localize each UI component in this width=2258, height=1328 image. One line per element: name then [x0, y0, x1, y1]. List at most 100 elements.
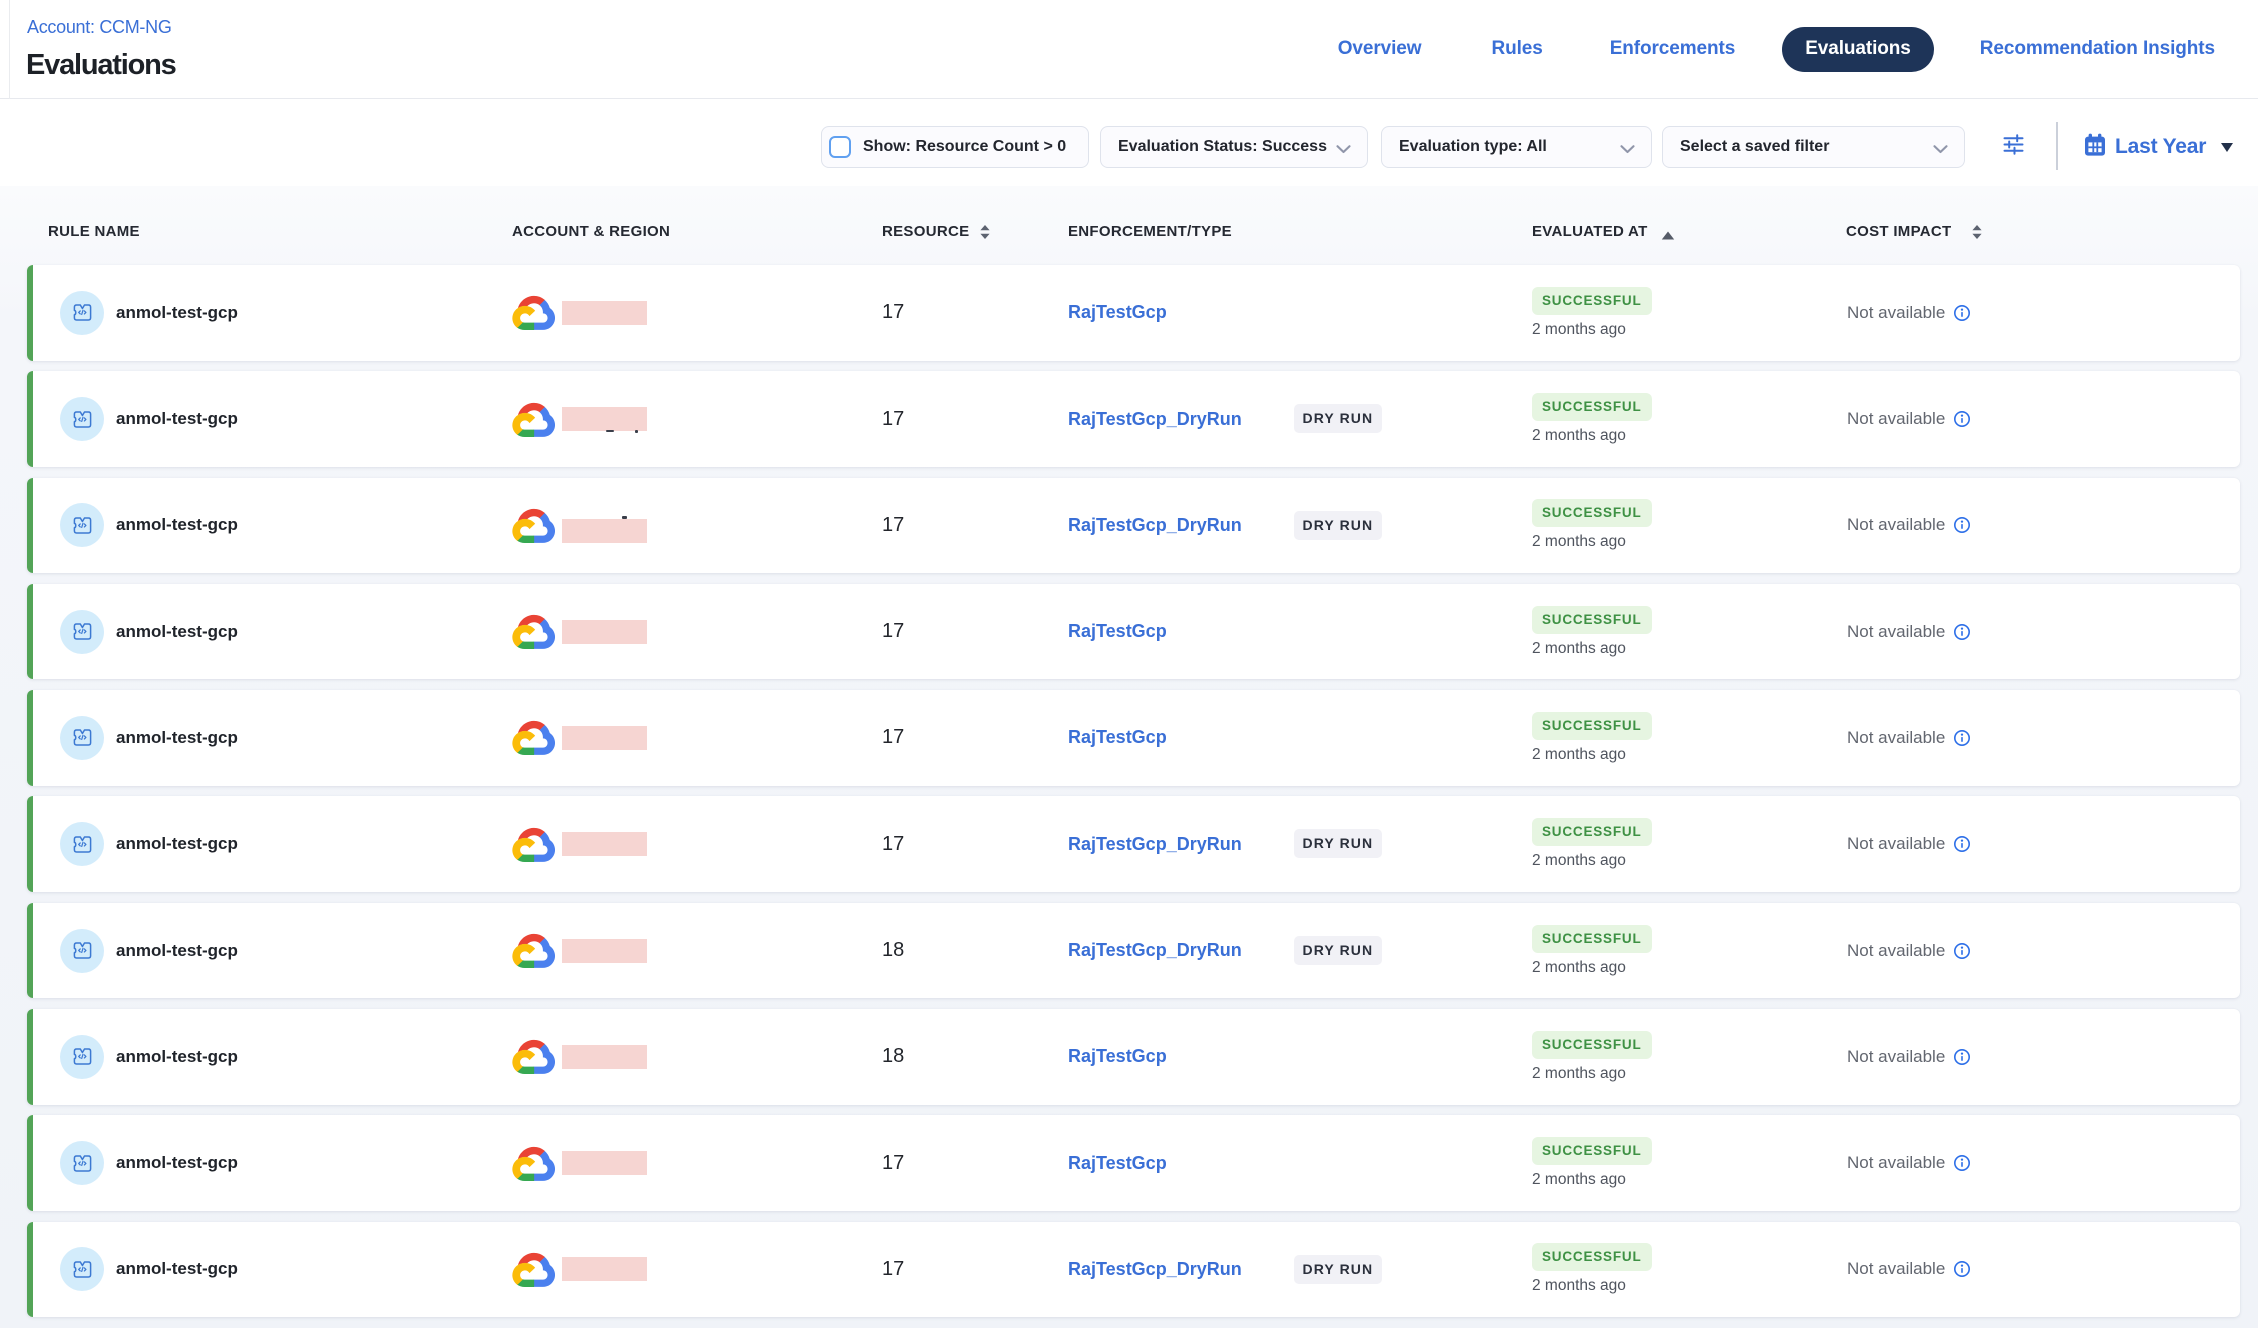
row-status-accent [27, 584, 33, 680]
table-row[interactable]: anmol-test-gcp 18 RajTestGcp SUCCESSFUL … [27, 1009, 2240, 1105]
redacted-account-name [562, 519, 647, 543]
table-row[interactable]: anmol-test-gcp 18 RajTestGcp_DryRun DRY … [27, 903, 2240, 999]
info-icon[interactable] [1953, 729, 1971, 747]
evaluations-table: RULE NAME ACCOUNT & REGION RESOURCE ENFO… [0, 186, 2258, 1328]
dry-run-badge: DRY RUN [1294, 404, 1382, 433]
enforcement-link[interactable]: RajTestGcp [1068, 1115, 1167, 1211]
enforcement-link[interactable]: RajTestGcp_DryRun [1068, 478, 1242, 574]
status-badge: SUCCESSFUL [1532, 393, 1652, 421]
info-icon[interactable] [1953, 304, 1971, 322]
enforcement-link[interactable]: RajTestGcp [1068, 584, 1167, 680]
table-row[interactable]: anmol-test-gcp 17 RajTestGcp_DryRun DRY … [27, 478, 2240, 574]
toolbar-divider [2056, 122, 2058, 170]
evaluation-status-dropdown[interactable]: Evaluation Status: Success [1100, 126, 1368, 168]
rule-avatar [60, 716, 104, 760]
cost-impact-text: Not available [1847, 515, 1945, 535]
filter-settings-icon[interactable] [2003, 134, 2024, 160]
evaluated-time: 2 months ago [1532, 1065, 1626, 1083]
cost-impact-cell: Not available [1847, 265, 1971, 361]
evaluated-time: 2 months ago [1532, 1171, 1626, 1189]
col-resource[interactable]: RESOURCE [882, 223, 969, 240]
info-icon[interactable] [1953, 942, 1971, 960]
gcp-logo-icon [512, 1222, 555, 1318]
evaluated-time: 2 months ago [1532, 640, 1626, 658]
row-status-accent [27, 478, 33, 574]
col-evaluated-at[interactable]: EVALUATED AT [1532, 223, 1648, 240]
dry-run-badge: DRY RUN [1294, 1255, 1382, 1284]
redacted-account-name [562, 620, 647, 644]
col-rule-name[interactable]: RULE NAME [48, 223, 140, 240]
tab-enforcements[interactable]: Enforcements [1610, 38, 1736, 60]
custom-rule-icon [73, 942, 92, 959]
table-row[interactable]: anmol-test-gcp 17 RajTestGcp_DryRun DRY … [27, 796, 2240, 892]
table-row[interactable]: anmol-test-gcp 17 RajTestGcp_DryRun DRY … [27, 1222, 2240, 1318]
custom-rule-icon [73, 1261, 92, 1278]
info-icon[interactable] [1953, 623, 1971, 641]
tab-rules[interactable]: Rules [1491, 38, 1542, 60]
col-enforcement-type[interactable]: ENFORCEMENT/TYPE [1068, 223, 1232, 240]
checkbox[interactable] [829, 136, 851, 158]
enforcement-link[interactable]: RajTestGcp [1068, 1009, 1167, 1105]
enforcement-link[interactable]: RajTestGcp_DryRun [1068, 796, 1242, 892]
table-row[interactable]: anmol-test-gcp 17 RajTestGcp SUCCESSFUL … [27, 690, 2240, 786]
resource-count: 18 [882, 1009, 904, 1105]
info-icon[interactable] [1953, 1048, 1971, 1066]
rule-avatar [60, 503, 104, 547]
rule-name: anmol-test-gcp [116, 584, 238, 680]
table-row[interactable]: anmol-test-gcp 17 RajTestGcp_DryRun DRY … [27, 371, 2240, 467]
tab-overview[interactable]: Overview [1338, 38, 1422, 60]
evaluated-at-cell: SUCCESSFUL 2 months ago [1532, 1115, 1652, 1211]
cost-impact-cell: Not available [1847, 1222, 1971, 1318]
sort-icon[interactable] [1971, 224, 1983, 245]
rule-avatar [60, 1247, 104, 1291]
info-icon[interactable] [1953, 1260, 1971, 1278]
tab-evaluations[interactable]: Evaluations [1782, 27, 1934, 72]
dry-run-badge: DRY RUN [1294, 829, 1382, 858]
cost-impact-text: Not available [1847, 728, 1945, 748]
table-row[interactable]: anmol-test-gcp 17 RajTestGcp SUCCESSFUL … [27, 584, 2240, 680]
status-badge: SUCCESSFUL [1532, 1031, 1652, 1059]
resource-count: 17 [882, 265, 904, 361]
redaction-speck [606, 430, 614, 433]
page-title: Evaluations [26, 49, 176, 82]
dropdown-value: Select a saved filter [1680, 138, 1829, 156]
cost-impact-text: Not available [1847, 622, 1945, 642]
saved-filter-dropdown[interactable]: Select a saved filter [1662, 126, 1965, 168]
custom-rule-icon [73, 1155, 92, 1172]
info-icon[interactable] [1953, 1154, 1971, 1172]
enforcement-link[interactable]: RajTestGcp [1068, 265, 1167, 361]
evaluation-type-dropdown[interactable]: Evaluation type: All [1381, 126, 1652, 168]
dry-run-badge: DRY RUN [1294, 511, 1382, 540]
rule-name: anmol-test-gcp [116, 690, 238, 786]
enforcement-link[interactable]: RajTestGcp_DryRun [1068, 903, 1242, 999]
redaction-speck [635, 430, 638, 433]
info-icon[interactable] [1953, 516, 1971, 534]
evaluated-at-cell: SUCCESSFUL 2 months ago [1532, 796, 1652, 892]
filter-toolbar: Show: Resource Count > 0 Evaluation Stat… [0, 99, 2258, 186]
info-icon[interactable] [1953, 410, 1971, 428]
row-status-accent [27, 690, 33, 786]
show-resource-count-toggle[interactable]: Show: Resource Count > 0 [821, 126, 1089, 168]
info-icon[interactable] [1953, 835, 1971, 853]
col-account-region[interactable]: ACCOUNT & REGION [512, 223, 670, 240]
enforcement-link[interactable]: RajTestGcp_DryRun [1068, 1222, 1242, 1318]
row-status-accent [27, 796, 33, 892]
tab-recommendation-insights[interactable]: Recommendation Insights [1980, 38, 2215, 60]
sort-asc-icon[interactable] [1661, 227, 1675, 245]
table-row[interactable]: anmol-test-gcp 17 RajTestGcp SUCCESSFUL … [27, 265, 2240, 361]
enforcement-link[interactable]: RajTestGcp [1068, 690, 1167, 786]
sort-icon[interactable] [979, 224, 991, 245]
col-cost-impact[interactable]: COST IMPACT [1846, 223, 1952, 240]
cost-impact-text: Not available [1847, 1153, 1945, 1173]
caret-down-icon [2221, 143, 2233, 152]
table-row[interactable]: anmol-test-gcp 17 RajTestGcp SUCCESSFUL … [27, 1115, 2240, 1211]
enforcement-link[interactable]: RajTestGcp_DryRun [1068, 371, 1242, 467]
cost-impact-text: Not available [1847, 409, 1945, 429]
evaluated-at-cell: SUCCESSFUL 2 months ago [1532, 690, 1652, 786]
redacted-account-name [562, 1257, 647, 1281]
date-range-picker[interactable]: Last Year [2084, 126, 2233, 168]
breadcrumb-account-link[interactable]: Account: CCM-NG [27, 17, 172, 38]
page-header: Account: CCM-NG Evaluations Overview Rule… [0, 0, 2258, 99]
left-edge-divider [9, 0, 10, 99]
row-status-accent [27, 1009, 33, 1105]
